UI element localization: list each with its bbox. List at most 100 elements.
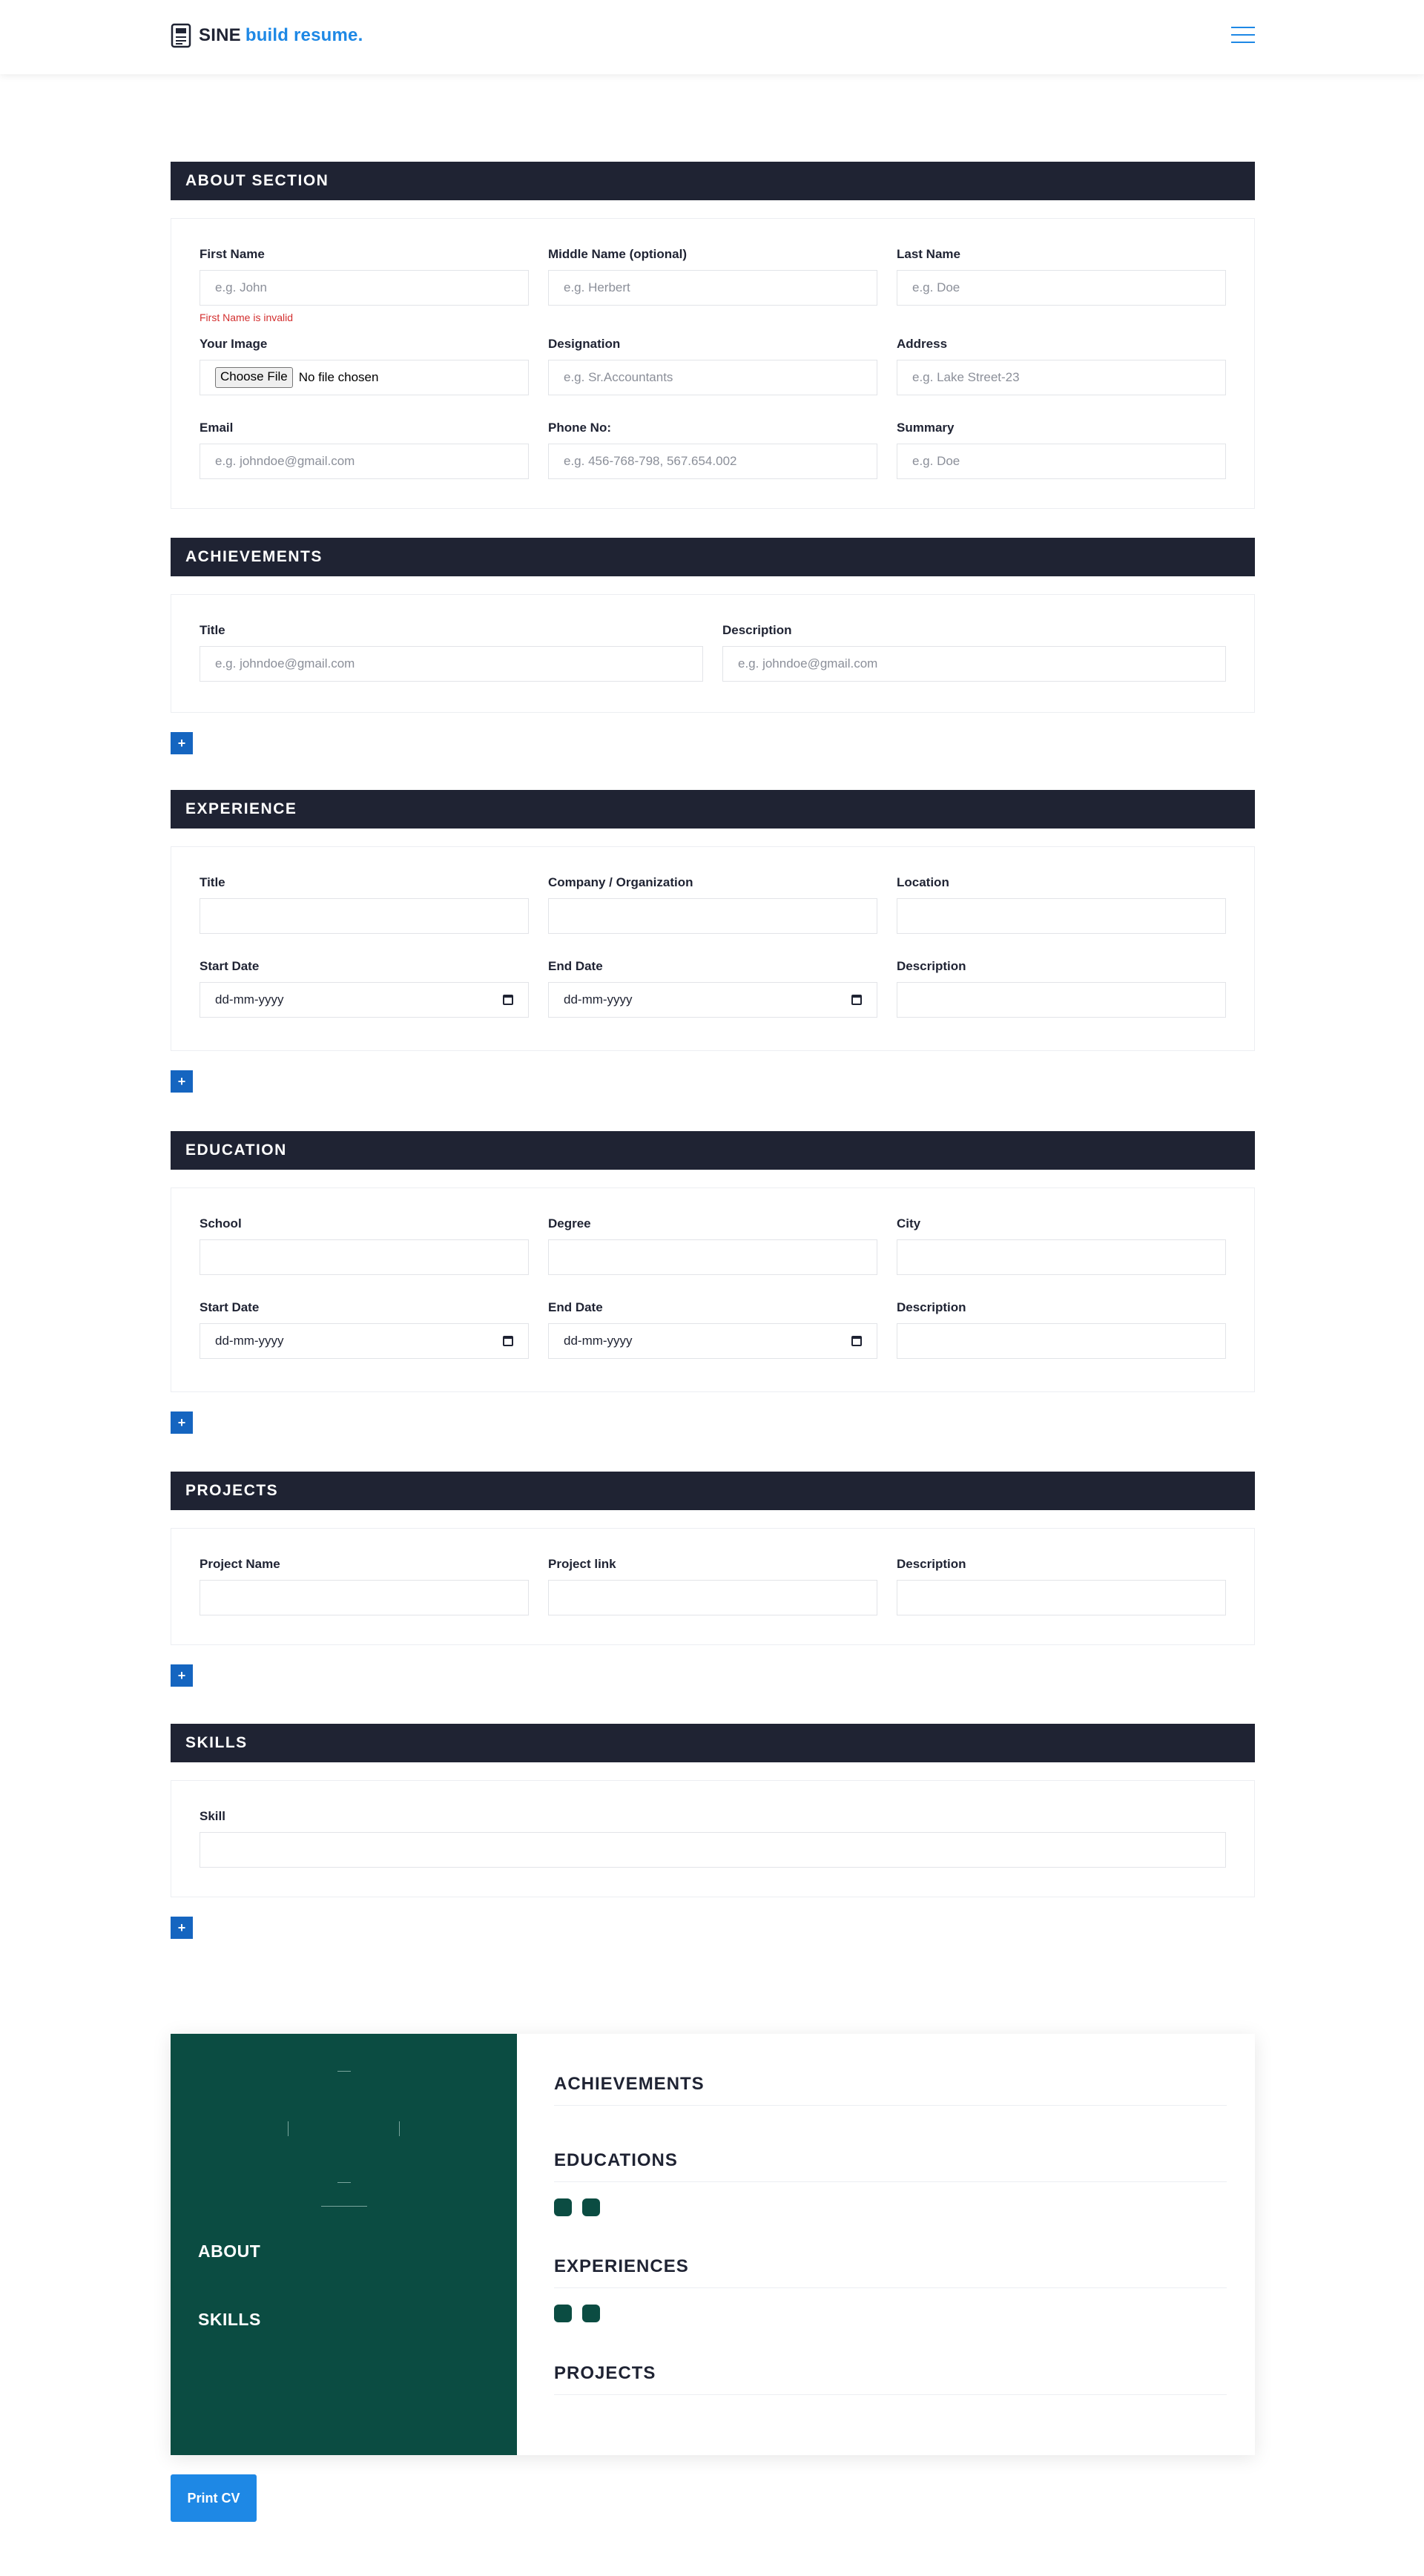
summary-label: Summary — [897, 421, 955, 435]
achievements-form-card: Title e.g. johndoe@gmail.com Description… — [171, 594, 1255, 713]
education-dots — [554, 2198, 1227, 2216]
choose-file-button[interactable]: Choose File — [215, 367, 293, 388]
skills-section-title: SKILLS — [171, 1724, 1255, 1762]
education-end-date-field: End Date dd-mm-yyyy — [548, 1300, 877, 1359]
brand-name: SINE build resume. — [199, 25, 363, 46]
education-section: EDUCATION School Degree City Start Date … — [171, 1131, 1255, 1434]
resume-document-icon — [171, 23, 191, 48]
city-field: City — [897, 1216, 1226, 1275]
preview-projects: PROJECTS — [554, 2363, 1227, 2395]
calendar-icon[interactable] — [503, 1336, 513, 1346]
middle-name-input[interactable]: e.g. Herbert — [548, 270, 877, 306]
education-description-input[interactable] — [897, 1323, 1226, 1359]
experience-start-date-input[interactable]: dd-mm-yyyy — [200, 982, 529, 1018]
add-skill-button[interactable]: + — [171, 1917, 193, 1939]
placeholder-line — [321, 2206, 367, 2207]
about-section: ABOUT SECTION First Name e.g. John First… — [171, 162, 1255, 509]
summary-input[interactable]: e.g. Doe — [897, 444, 1226, 479]
project-link-field: Project link — [548, 1557, 877, 1615]
placeholder-line — [399, 2121, 400, 2136]
bullet-dot — [582, 2305, 600, 2322]
add-project-button[interactable]: + — [171, 1664, 193, 1687]
middle-name-field: Middle Name (optional) e.g. Herbert — [548, 247, 877, 323]
last-name-input[interactable]: e.g. Doe — [897, 270, 1226, 306]
experience-section: EXPERIENCE Title Company / Organization … — [171, 790, 1255, 1093]
image-label: Your Image — [200, 337, 268, 351]
experience-start-date-field: Start Date dd-mm-yyyy — [200, 959, 529, 1018]
projects-form-card: Project Name Project link Description — [171, 1528, 1255, 1645]
hamburger-menu-icon[interactable] — [1231, 27, 1255, 45]
preview-skills-heading: SKILLS — [198, 2310, 261, 2329]
skill-input[interactable] — [200, 1832, 1226, 1868]
experience-end-date-field: End Date dd-mm-yyyy — [548, 959, 877, 1018]
project-description-input[interactable] — [897, 1580, 1226, 1615]
preview-educations: EDUCATIONS — [554, 2150, 1227, 2216]
first-name-label: First Name — [200, 247, 265, 261]
education-start-date-field: Start Date dd-mm-yyyy — [200, 1300, 529, 1359]
brand-logo[interactable]: SINE build resume. — [171, 23, 363, 48]
education-section-title: EDUCATION — [171, 1131, 1255, 1170]
image-file-input[interactable]: Choose File No file chosen — [200, 360, 529, 395]
school-input[interactable] — [200, 1239, 529, 1275]
school-field: School — [200, 1216, 529, 1275]
add-experience-button[interactable]: + — [171, 1070, 193, 1093]
experience-end-date-input[interactable]: dd-mm-yyyy — [548, 982, 877, 1018]
location-input[interactable] — [897, 898, 1226, 934]
bullet-dot — [582, 2198, 600, 2216]
project-name-label: Project Name — [200, 1557, 280, 1571]
preview-about-heading: ABOUT — [198, 2241, 261, 2261]
experience-title-field: Title — [200, 875, 529, 934]
placeholder-line — [288, 2121, 289, 2136]
calendar-icon[interactable] — [851, 995, 862, 1005]
about-section-title: ABOUT SECTION — [171, 162, 1255, 200]
address-field: Address e.g. Lake Street-23 — [897, 337, 1226, 395]
degree-field: Degree — [548, 1216, 877, 1275]
company-input[interactable] — [548, 898, 877, 934]
education-description-field: Description — [897, 1300, 1226, 1359]
address-input[interactable]: e.g. Lake Street-23 — [897, 360, 1226, 395]
company-label: Company / Organization — [548, 875, 693, 889]
project-name-input[interactable] — [200, 1580, 529, 1615]
experience-dots — [554, 2305, 1227, 2322]
add-education-button[interactable]: + — [171, 1411, 193, 1434]
skills-section: SKILLS Skill + — [171, 1724, 1255, 1939]
experience-end-date-label: End Date — [548, 959, 603, 973]
last-name-field: Last Name e.g. Doe — [897, 247, 1226, 323]
company-field: Company / Organization — [548, 875, 877, 934]
projects-section: PROJECTS Project Name Project link Descr… — [171, 1472, 1255, 1687]
first-name-input[interactable]: e.g. John — [200, 270, 529, 306]
experience-description-input[interactable] — [897, 982, 1226, 1018]
bullet-dot — [554, 2198, 572, 2216]
add-achievement-button[interactable]: + — [171, 732, 193, 754]
date-placeholder: dd-mm-yyyy — [215, 992, 284, 1007]
address-label: Address — [897, 337, 948, 351]
email-input[interactable]: e.g. johndoe@gmail.com — [200, 444, 529, 479]
project-link-label: Project link — [548, 1557, 616, 1571]
education-start-date-input[interactable]: dd-mm-yyyy — [200, 1323, 529, 1359]
project-link-input[interactable] — [548, 1580, 877, 1615]
experience-title-input[interactable] — [200, 898, 529, 934]
preview-projects-title: PROJECTS — [554, 2363, 1227, 2395]
print-cv-button[interactable]: Print CV — [171, 2474, 257, 2522]
school-label: School — [200, 1216, 242, 1231]
calendar-icon[interactable] — [503, 995, 513, 1005]
achievement-description-input[interactable]: e.g. johndoe@gmail.com — [722, 646, 1226, 682]
achievement-title-field: Title e.g. johndoe@gmail.com — [200, 623, 703, 682]
skill-label: Skill — [200, 1809, 225, 1823]
achievement-title-input[interactable]: e.g. johndoe@gmail.com — [200, 646, 703, 682]
phone-input[interactable]: e.g. 456-768-798, 567.654.002 — [548, 444, 877, 479]
cv-preview-content: ACHIEVEMENTS EDUCATIONS EXPERIENCES PROJ… — [517, 2034, 1255, 2455]
achievements-section: ACHIEVEMENTS Title e.g. johndoe@gmail.co… — [171, 538, 1255, 754]
projects-section-title: PROJECTS — [171, 1472, 1255, 1510]
city-input[interactable] — [897, 1239, 1226, 1275]
achievement-title-label: Title — [200, 623, 225, 637]
cv-preview-sidebar: ABOUT SKILLS — [171, 2034, 517, 2455]
preview-achievements-title: ACHIEVEMENTS — [554, 2074, 1227, 2106]
education-end-date-input[interactable]: dd-mm-yyyy — [548, 1323, 877, 1359]
designation-label: Designation — [548, 337, 621, 351]
education-description-label: Description — [897, 1300, 966, 1314]
designation-input[interactable]: e.g. Sr.Accountants — [548, 360, 877, 395]
degree-input[interactable] — [548, 1239, 877, 1275]
preview-achievements: ACHIEVEMENTS — [554, 2074, 1227, 2106]
calendar-icon[interactable] — [851, 1336, 862, 1346]
